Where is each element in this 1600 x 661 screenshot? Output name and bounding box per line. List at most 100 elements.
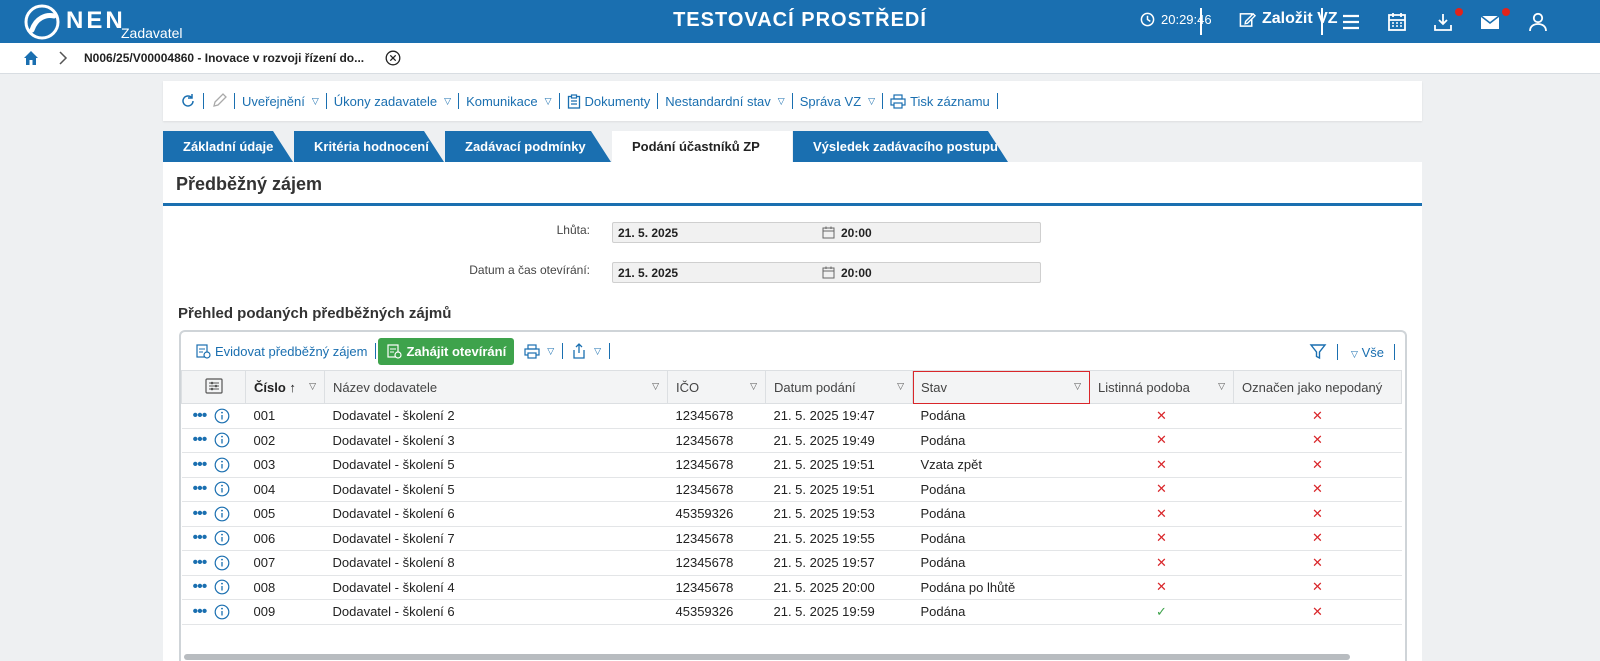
export-button[interactable]: ▽ xyxy=(565,343,607,359)
info-icon[interactable] xyxy=(214,555,230,571)
cross-icon: ✕ xyxy=(1312,432,1323,448)
more-options-icon[interactable]: ••• xyxy=(193,603,208,619)
column-header-number[interactable]: Číslo ↑ ▽ xyxy=(245,370,325,404)
info-icon[interactable] xyxy=(214,604,230,620)
table-row[interactable]: ••• 002 Dodavatel - školení 3 12345678 21. 5… xyxy=(181,428,1402,453)
refresh-button[interactable] xyxy=(173,93,204,109)
table-row[interactable]: ••• 006 Dodavatel - školení 7 12345678 21. 5… xyxy=(181,526,1402,551)
cell-number: 004 xyxy=(245,477,325,502)
all-filter-dropdown[interactable]: ▽ Vše xyxy=(1348,345,1384,360)
table-row[interactable]: ••• 005 Dodavatel - školení 6 45359326 21. 5… xyxy=(181,501,1402,527)
breadcrumb: N006/25/V00004860 - Inovace v rozvoji ří… xyxy=(0,43,1600,74)
acts-menu[interactable]: Úkony zadavatele ▽ xyxy=(327,93,460,109)
table-row[interactable]: ••• 004 Dodavatel - školení 5 12345678 21. 5… xyxy=(181,477,1402,502)
check-icon: ✓ xyxy=(1156,603,1167,619)
cell-number: 008 xyxy=(245,575,325,600)
column-filter-icon[interactable]: ▽ xyxy=(897,381,904,392)
info-icon[interactable] xyxy=(214,408,230,424)
info-icon[interactable] xyxy=(214,506,230,522)
column-settings-icon xyxy=(204,377,223,394)
cell-date: 21. 5. 2025 19:51 xyxy=(765,477,913,502)
documents-button[interactable]: Dokumenty xyxy=(560,93,659,109)
column-header-paper[interactable]: Listinná podoba ▽ xyxy=(1089,370,1234,404)
column-header-date[interactable]: Datum podání ▽ xyxy=(765,370,913,404)
column-filter-icon[interactable]: ▽ xyxy=(1218,381,1225,392)
cell-date: 21. 5. 2025 19:57 xyxy=(765,550,913,576)
manage-menu[interactable]: Správa VZ ▽ xyxy=(793,93,884,109)
table-row[interactable]: ••• 007 Dodavatel - školení 8 12345678 21. 5… xyxy=(181,550,1402,576)
print-grid-button[interactable]: ▽ xyxy=(518,343,560,359)
calendar-icon xyxy=(822,266,835,279)
more-options-icon[interactable]: ••• xyxy=(193,432,208,448)
deadline-field[interactable]: 21. 5. 2025 20:00 xyxy=(612,222,1041,243)
column-header-ico[interactable]: IČO ▽ xyxy=(667,370,766,404)
print-record-button[interactable]: Tisk záznamu xyxy=(883,93,998,109)
tab-basic-info[interactable]: Základní údaje xyxy=(163,131,293,162)
edit-button[interactable] xyxy=(204,93,235,109)
communication-menu[interactable]: Komunikace ▽ xyxy=(459,93,560,109)
cell-date: 21. 5. 2025 19:59 xyxy=(765,599,913,625)
overview-title: Přehled podaných předběžných zájmů xyxy=(178,305,452,322)
cell-paper: ✓ xyxy=(1089,599,1234,625)
publish-menu[interactable]: Uveřejnění ▽ xyxy=(235,93,327,109)
row-actions: ••• xyxy=(181,452,246,478)
tab-tender-conditions[interactable]: Zadávací podmínky xyxy=(445,131,611,162)
info-icon[interactable] xyxy=(214,530,230,546)
info-icon[interactable] xyxy=(214,457,230,473)
info-icon[interactable] xyxy=(214,432,230,448)
register-interest-label: Evidovat předběžný zájem xyxy=(215,343,368,359)
menu-icon[interactable] xyxy=(1340,11,1362,33)
table-row[interactable]: ••• 003 Dodavatel - školení 5 12345678 21. 5… xyxy=(181,452,1402,478)
cell-number: 001 xyxy=(245,403,325,429)
column-header-state[interactable]: Stav ▽ xyxy=(912,370,1090,404)
cell-state: Podána xyxy=(912,477,1090,502)
info-icon[interactable] xyxy=(214,481,230,497)
register-interest-button[interactable]: Evidovat předběžný zájem xyxy=(189,343,373,359)
more-options-icon[interactable]: ••• xyxy=(193,505,208,521)
more-options-icon[interactable]: ••• xyxy=(193,481,208,497)
horizontal-scrollbar[interactable] xyxy=(184,654,1404,661)
nen-logo-icon[interactable] xyxy=(24,4,60,40)
column-filter-icon[interactable]: ▽ xyxy=(309,381,316,392)
column-filter-icon[interactable]: ▽ xyxy=(750,381,757,392)
close-icon[interactable] xyxy=(385,50,401,66)
breadcrumb-item[interactable]: N006/25/V00004860 - Inovace v rozvoji ří… xyxy=(84,51,364,65)
start-opening-icon xyxy=(387,344,403,359)
mail-icon[interactable] xyxy=(1479,11,1501,33)
grid-filter-area: ▽ Vše xyxy=(1309,343,1397,361)
column-filter-icon[interactable]: ▽ xyxy=(652,381,659,392)
opening-field[interactable]: 21. 5. 2025 20:00 xyxy=(612,262,1041,283)
tab-result[interactable]: Výsledek zadávacího postupu xyxy=(793,131,1008,162)
tab-evaluation-criteria[interactable]: Kritéria hodnocení xyxy=(294,131,444,162)
download-icon[interactable] xyxy=(1432,11,1454,33)
more-options-icon[interactable]: ••• xyxy=(193,407,208,423)
more-options-icon[interactable]: ••• xyxy=(193,554,208,570)
user-icon[interactable] xyxy=(1527,11,1549,33)
start-opening-button[interactable]: Zahájit otevírání xyxy=(378,337,515,365)
table-row[interactable]: ••• 009 Dodavatel - školení 6 45359326 21. 5… xyxy=(181,599,1402,625)
tab-submissions[interactable]: Podání účastníků ZP xyxy=(612,131,792,162)
info-icon[interactable] xyxy=(214,579,230,595)
column-settings-header[interactable] xyxy=(181,370,246,404)
edit-icon xyxy=(1239,12,1256,27)
dropdown-triangle-icon: ▽ xyxy=(868,95,876,106)
table-row[interactable]: ••• 001 Dodavatel - školení 2 12345678 21. 5… xyxy=(181,403,1402,429)
column-header-supplier[interactable]: Název dodavatele ▽ xyxy=(324,370,668,404)
nonstandard-menu[interactable]: Nestandardní stav ▽ xyxy=(658,93,793,109)
column-header-unsubmitted[interactable]: Označen jako nepodaný xyxy=(1233,370,1402,404)
calendar-icon[interactable] xyxy=(1386,11,1408,33)
toolbar-divider xyxy=(375,343,377,359)
more-options-icon[interactable]: ••• xyxy=(193,579,208,595)
cell-paper: ✕ xyxy=(1089,575,1234,600)
scrollbar-thumb[interactable] xyxy=(184,654,1350,660)
filter-icon[interactable] xyxy=(1309,343,1327,361)
home-icon[interactable] xyxy=(22,49,40,67)
cross-icon: ✕ xyxy=(1156,456,1167,472)
column-label: Datum podání xyxy=(774,379,856,395)
more-options-icon[interactable]: ••• xyxy=(193,456,208,472)
column-filter-icon[interactable]: ▽ xyxy=(1074,381,1081,392)
deadline-date: 21. 5. 2025 xyxy=(618,226,679,240)
opening-label: Datum a čas otevírání: xyxy=(469,263,590,277)
table-row[interactable]: ••• 008 Dodavatel - školení 4 12345678 21. 5… xyxy=(181,575,1402,600)
more-options-icon[interactable]: ••• xyxy=(193,530,208,546)
